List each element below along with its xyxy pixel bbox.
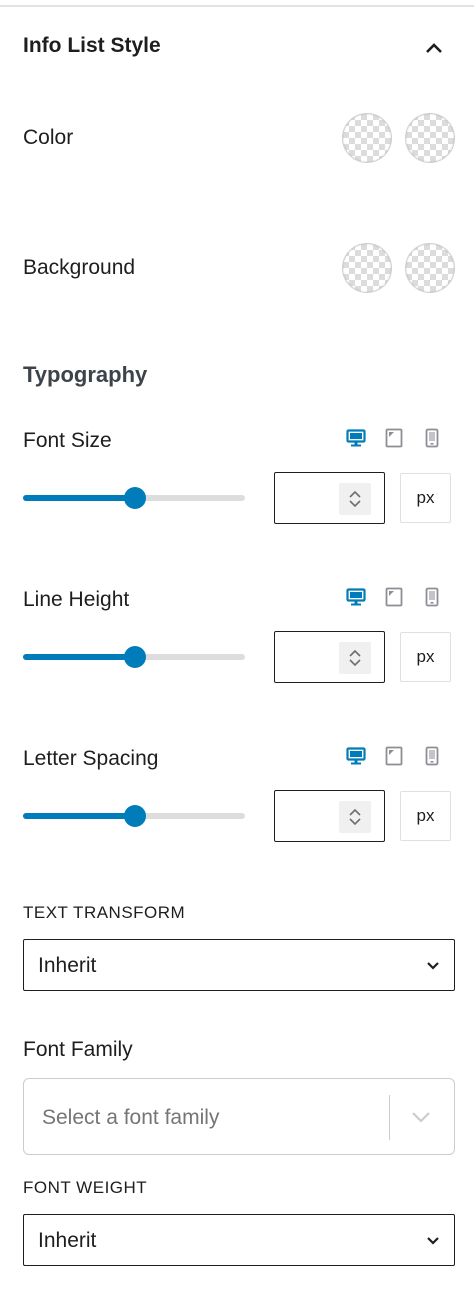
line-height-input[interactable]	[274, 631, 385, 683]
font-size-input[interactable]	[274, 472, 385, 524]
tablet-icon[interactable]	[384, 586, 404, 608]
spin-down-icon	[349, 659, 361, 667]
color-label: Color	[23, 126, 74, 149]
color-swatch-hover[interactable]	[405, 113, 455, 163]
letter-spacing-device-switcher	[346, 745, 442, 767]
chevron-up-icon	[426, 43, 442, 53]
desktop-icon[interactable]	[346, 427, 366, 449]
desktop-icon[interactable]	[346, 586, 366, 608]
font-size-device-switcher	[346, 427, 442, 449]
mobile-icon[interactable]	[422, 745, 442, 767]
background-label: Background	[23, 256, 136, 279]
font-weight-select[interactable]: Inherit	[23, 1214, 455, 1266]
panel-title[interactable]: Info List Style	[23, 34, 161, 58]
font-size-label: Font Size	[23, 429, 112, 452]
spin-up-icon	[349, 490, 361, 498]
chevron-down-icon	[412, 1112, 430, 1123]
line-height-unit-button[interactable]: px	[400, 632, 451, 682]
chevron-down-icon	[427, 1237, 439, 1245]
line-height-device-switcher	[346, 586, 442, 608]
font-weight-value: Inherit	[38, 1229, 97, 1252]
font-size-slider-fill	[23, 495, 135, 501]
chevron-down-icon	[427, 962, 439, 970]
letter-spacing-slider-thumb[interactable]	[124, 805, 146, 827]
mobile-icon[interactable]	[422, 427, 442, 449]
letter-spacing-slider-fill	[23, 813, 135, 819]
line-height-slider-thumb[interactable]	[124, 646, 146, 668]
spin-up-icon	[349, 649, 361, 657]
text-transform-select[interactable]: Inherit	[23, 939, 455, 991]
font-family-select[interactable]: Select a font family	[23, 1078, 455, 1155]
mobile-icon[interactable]	[422, 586, 442, 608]
top-divider	[0, 5, 474, 7]
desktop-icon[interactable]	[346, 745, 366, 767]
line-height-slider-fill	[23, 654, 135, 660]
line-height-label: Line Height	[23, 588, 130, 611]
line-height-slider[interactable]	[23, 646, 245, 668]
spin-up-icon	[349, 808, 361, 816]
font-size-spinner[interactable]	[339, 483, 371, 515]
background-swatch-hover[interactable]	[405, 243, 455, 293]
letter-spacing-label: Letter Spacing	[23, 747, 159, 770]
text-transform-value: Inherit	[38, 954, 97, 977]
spin-down-icon	[349, 500, 361, 508]
letter-spacing-slider[interactable]	[23, 805, 245, 827]
font-family-label: Font Family	[23, 1038, 133, 1061]
line-height-spinner[interactable]	[339, 642, 371, 674]
font-size-slider[interactable]	[23, 487, 245, 509]
letter-spacing-input[interactable]	[274, 790, 385, 842]
collapse-toggle-button[interactable]	[414, 30, 454, 66]
text-transform-label: TEXT TRANSFORM	[23, 903, 186, 922]
tablet-icon[interactable]	[384, 745, 404, 767]
font-family-placeholder: Select a font family	[42, 1106, 220, 1129]
font-family-separator	[389, 1095, 390, 1140]
spin-down-icon	[349, 818, 361, 826]
font-size-slider-thumb[interactable]	[124, 487, 146, 509]
background-swatch-normal[interactable]	[342, 243, 392, 293]
font-weight-label: FONT WEIGHT	[23, 1178, 148, 1197]
font-size-unit-button[interactable]: px	[400, 473, 451, 523]
typography-heading: Typography	[23, 362, 148, 387]
letter-spacing-unit-button[interactable]: px	[400, 791, 451, 841]
letter-spacing-spinner[interactable]	[339, 801, 371, 833]
color-swatch-normal[interactable]	[342, 113, 392, 163]
tablet-icon[interactable]	[384, 427, 404, 449]
